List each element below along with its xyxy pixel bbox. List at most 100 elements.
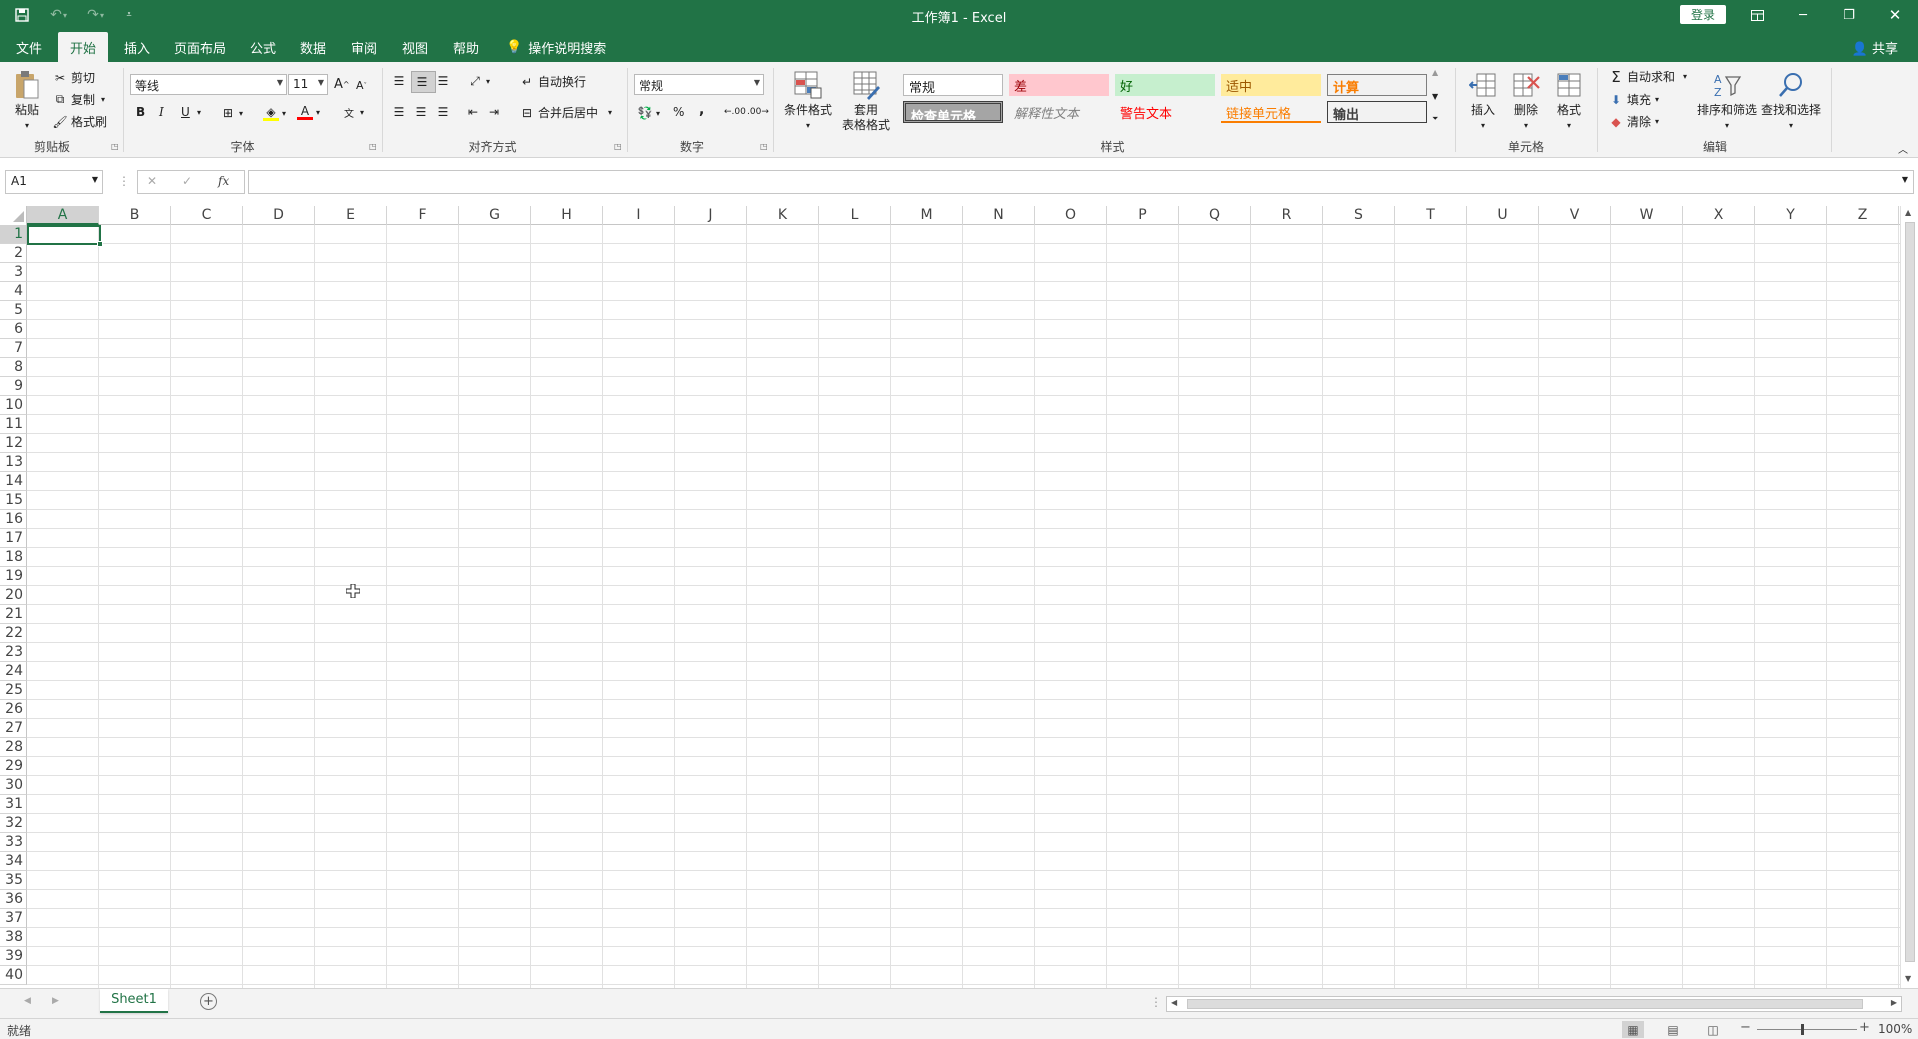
expand-formula-icon[interactable]: ▼ — [1902, 175, 1908, 184]
row-header-22[interactable]: 22 — [0, 624, 27, 643]
column-header-d[interactable]: D — [243, 206, 315, 225]
column-header-p[interactable]: P — [1107, 206, 1179, 225]
format-as-table-button[interactable]: 套用 表格格式 — [837, 68, 895, 133]
row-header-23[interactable]: 23 — [0, 643, 27, 662]
column-header-h[interactable]: H — [531, 206, 603, 225]
undo-dropdown-icon[interactable]: ▾ — [60, 5, 70, 25]
cell-style-1[interactable]: 差 — [1009, 74, 1109, 96]
zoom-out-icon[interactable]: − — [1740, 1020, 1751, 1035]
cell-style-9[interactable]: 输出 — [1327, 101, 1427, 123]
cell-style-0[interactable]: 常规 — [903, 74, 1003, 96]
row-header-40[interactable]: 40 — [0, 966, 27, 985]
tab-view[interactable]: 视图 — [390, 32, 440, 62]
vertical-scroll-thumb[interactable] — [1905, 222, 1915, 962]
align-bottom-button[interactable]: ☰ — [435, 73, 454, 89]
row-header-26[interactable]: 26 — [0, 700, 27, 719]
column-header-w[interactable]: W — [1611, 206, 1683, 225]
fill-button[interactable]: ⬇ 填充 ▾ — [1608, 91, 1659, 108]
column-header-j[interactable]: J — [675, 206, 747, 225]
redo-dropdown-icon[interactable]: ▾ — [97, 5, 107, 25]
column-header-t[interactable]: T — [1395, 206, 1467, 225]
column-header-y[interactable]: Y — [1755, 206, 1827, 225]
column-header-x[interactable]: X — [1683, 206, 1755, 225]
row-header-36[interactable]: 36 — [0, 890, 27, 909]
column-header-f[interactable]: F — [387, 206, 459, 225]
row-header-12[interactable]: 12 — [0, 434, 27, 453]
scroll-left-icon[interactable]: ◀ — [1171, 998, 1177, 1007]
row-header-19[interactable]: 19 — [0, 567, 27, 586]
cell-style-8[interactable]: 链接单元格 — [1221, 101, 1321, 123]
insert-cells-button[interactable]: 插入 ▾ — [1463, 68, 1503, 133]
column-header-u[interactable]: U — [1467, 206, 1539, 225]
cell-style-6[interactable]: 解释性文本 — [1009, 101, 1109, 123]
column-header-v[interactable]: V — [1539, 206, 1611, 225]
format-painter-button[interactable]: 🖌 格式刷 — [52, 113, 107, 130]
close-icon[interactable]: ✕ — [1872, 0, 1918, 30]
tab-formulas[interactable]: 公式 — [238, 32, 288, 62]
decrease-decimal-button[interactable]: .00 → — [747, 107, 769, 117]
row-header-29[interactable]: 29 — [0, 757, 27, 776]
scroll-down-icon[interactable]: ▼ — [1905, 974, 1911, 983]
zoom-slider[interactable] — [1757, 1029, 1857, 1030]
name-box[interactable]: A1 ▼ — [5, 170, 103, 194]
row-header-3[interactable]: 3 — [0, 263, 27, 282]
row-header-20[interactable]: 20 — [0, 586, 27, 605]
normal-view-icon[interactable]: ▦ — [1622, 1021, 1644, 1038]
gallery-more-icon[interactable]: ⏷ — [1432, 114, 1438, 124]
tell-me-search[interactable]: 💡 操作说明搜索 — [494, 32, 618, 62]
column-header-m[interactable]: M — [891, 206, 963, 225]
horizontal-scrollbar[interactable]: ◀ ▶ — [1166, 996, 1902, 1012]
cell-area[interactable] — [27, 225, 1900, 988]
border-button[interactable]: ⊞ ▾ — [220, 105, 243, 121]
merge-center-button[interactable]: ⊟ 合并后居中 ▾ — [519, 104, 612, 121]
gallery-up-icon[interactable]: ▲ — [1432, 68, 1438, 77]
accounting-format-button[interactable]: 💱 ▾ — [637, 105, 661, 121]
cell-style-3[interactable]: 适中 — [1221, 74, 1321, 96]
row-header-17[interactable]: 17 — [0, 529, 27, 548]
column-header-g[interactable]: G — [459, 206, 531, 225]
active-cell-a1[interactable] — [27, 225, 101, 245]
column-header-q[interactable]: Q — [1179, 206, 1251, 225]
column-header-k[interactable]: K — [747, 206, 819, 225]
column-header-i[interactable]: I — [603, 206, 675, 225]
tab-data[interactable]: 数据 — [288, 32, 338, 62]
row-header-8[interactable]: 8 — [0, 358, 27, 377]
share-button[interactable]: 👤 共享 — [1852, 38, 1898, 57]
italic-button[interactable]: I — [159, 105, 164, 119]
cell-style-7[interactable]: 警告文本 — [1115, 101, 1215, 123]
clipboard-launcher-icon[interactable]: ◳ — [111, 142, 119, 151]
row-header-2[interactable]: 2 — [0, 244, 27, 263]
conditional-format-button[interactable]: 条件格式 ▾ — [779, 68, 837, 133]
row-header-27[interactable]: 27 — [0, 719, 27, 738]
vertical-scrollbar[interactable]: ▲ ▼ — [1900, 206, 1918, 988]
horizontal-scroll-thumb[interactable] — [1187, 999, 1863, 1009]
row-header-7[interactable]: 7 — [0, 339, 27, 358]
zoom-level[interactable]: 100% — [1878, 1022, 1912, 1036]
formula-input[interactable]: ▼ — [248, 170, 1914, 194]
number-launcher-icon[interactable]: ◳ — [760, 142, 768, 151]
shrink-font-button[interactable]: Aˇ — [356, 79, 367, 92]
column-header-b[interactable]: B — [99, 206, 171, 225]
row-header-4[interactable]: 4 — [0, 282, 27, 301]
row-header-10[interactable]: 10 — [0, 396, 27, 415]
page-layout-view-icon[interactable]: ▤ — [1662, 1021, 1684, 1038]
row-header-14[interactable]: 14 — [0, 472, 27, 491]
zoom-slider-thumb[interactable] — [1801, 1024, 1804, 1035]
column-header-a[interactable]: A — [27, 206, 99, 225]
align-left-button[interactable]: ☰ — [391, 104, 410, 120]
row-header-16[interactable]: 16 — [0, 510, 27, 529]
column-header-e[interactable]: E — [315, 206, 387, 225]
find-select-button[interactable]: 查找和选择 ▾ — [1760, 68, 1822, 133]
collapse-ribbon-icon[interactable]: ︿ — [1898, 141, 1908, 156]
row-header-38[interactable]: 38 — [0, 928, 27, 947]
align-center-button[interactable]: ☰ — [413, 104, 432, 120]
row-header-18[interactable]: 18 — [0, 548, 27, 567]
gallery-down-icon[interactable]: ▼ — [1432, 92, 1438, 101]
font-name-box[interactable]: 等线 ▼ — [130, 74, 287, 95]
tab-home[interactable]: 开始 — [58, 32, 109, 62]
alignment-launcher-icon[interactable]: ◳ — [614, 142, 622, 151]
scroll-right-icon[interactable]: ▶ — [1891, 998, 1897, 1007]
bold-button[interactable]: B — [136, 105, 145, 119]
cell-style-2[interactable]: 好 — [1115, 74, 1215, 96]
tab-insert[interactable]: 插入 — [112, 32, 162, 62]
